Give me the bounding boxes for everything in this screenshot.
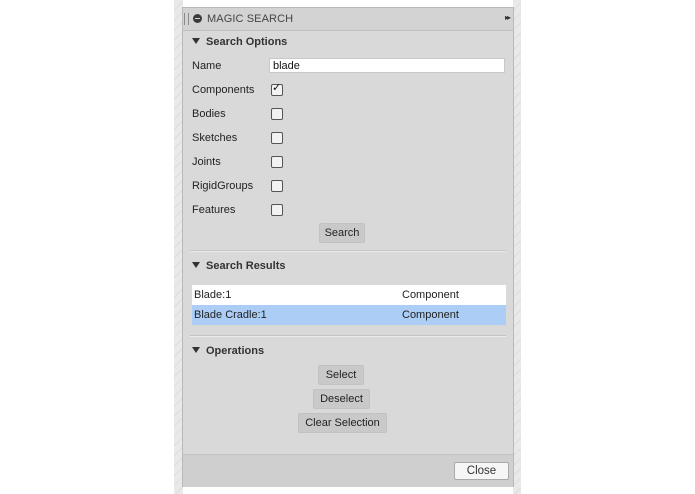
table-row-selected[interactable]: Blade Cradle:1 Component [192, 305, 506, 325]
select-button[interactable]: Select [318, 365, 364, 385]
background-stripe-right [513, 0, 521, 494]
joints-label: Joints [192, 156, 221, 168]
bodies-label: Bodies [192, 108, 226, 120]
search-options-header[interactable]: Search Options [192, 36, 287, 48]
results-table: Blade:1 Component Blade Cradle:1 Compone… [192, 285, 506, 325]
search-button[interactable]: Search [319, 223, 365, 243]
divider [190, 335, 506, 337]
rigidgroups-label: RigidGroups [192, 180, 254, 192]
name-input[interactable] [269, 58, 505, 73]
title-bar[interactable]: MAGIC SEARCH ▸▸ [183, 8, 513, 31]
sketches-label: Sketches [192, 132, 238, 144]
footer-bar: Close [183, 454, 513, 487]
collapse-circle-icon[interactable] [193, 14, 202, 23]
bodies-checkbox[interactable] [271, 108, 283, 120]
table-row[interactable]: Blade:1 Component [192, 285, 506, 305]
close-button[interactable]: Close [454, 462, 509, 480]
result-type: Component [402, 309, 459, 321]
result-name: Blade:1 [194, 289, 232, 301]
search-options-header-label: Search Options [206, 36, 288, 48]
drag-grip-icon[interactable] [184, 13, 189, 25]
components-checkbox[interactable]: ✓ [271, 82, 283, 96]
name-label: Name [192, 60, 222, 72]
collapse-triangle-icon [192, 38, 200, 44]
expand-panel-icon[interactable]: ▸▸ [505, 13, 511, 22]
joints-checkbox[interactable] [271, 156, 283, 168]
deselect-button[interactable]: Deselect [313, 389, 370, 409]
operations-header[interactable]: Operations [192, 345, 264, 357]
components-label: Components [192, 84, 255, 96]
sketches-checkbox[interactable] [271, 132, 283, 144]
result-type: Component [402, 289, 459, 301]
operations-header-label: Operations [206, 345, 265, 357]
divider [190, 250, 506, 252]
search-results-header-label: Search Results [206, 260, 286, 272]
checkmark-icon: ✓ [272, 82, 282, 94]
collapse-triangle-icon [192, 347, 200, 353]
features-label: Features [192, 204, 236, 216]
clear-selection-button[interactable]: Clear Selection [298, 413, 387, 433]
features-checkbox[interactable] [271, 204, 283, 216]
rigidgroups-checkbox[interactable] [271, 180, 283, 192]
result-name: Blade Cradle:1 [194, 309, 267, 321]
search-results-header[interactable]: Search Results [192, 260, 285, 272]
magic-search-panel: MAGIC SEARCH ▸▸ Search Options Name Comp… [182, 7, 514, 487]
collapse-triangle-icon [192, 262, 200, 268]
window-title: MAGIC SEARCH [207, 13, 294, 25]
